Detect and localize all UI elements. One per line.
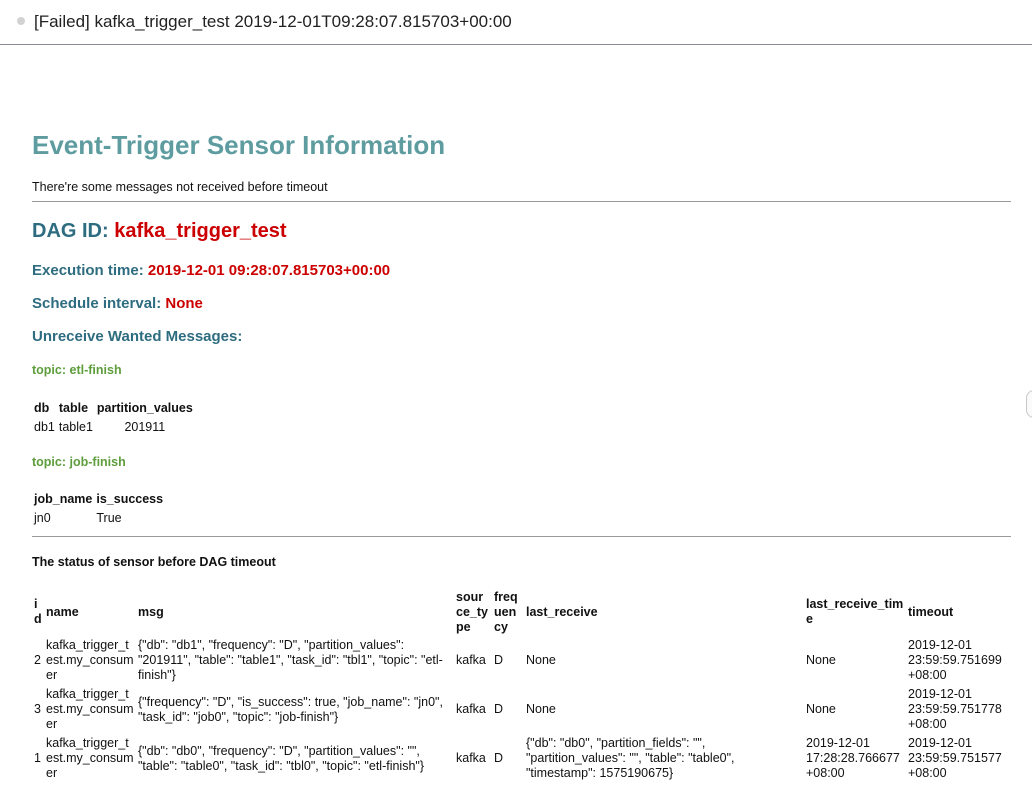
column-header: partition_values bbox=[96, 400, 193, 415]
sensor-status-table: id name msg source_type frequency last_r… bbox=[32, 588, 1006, 783]
divider bbox=[32, 201, 1011, 202]
job-finish-table: job_name is_success jn0 True bbox=[32, 489, 165, 527]
column-header-last-receive-time: last_receive_time bbox=[806, 597, 904, 626]
column-header: db bbox=[34, 400, 50, 415]
divider bbox=[32, 536, 1011, 537]
unreceived-heading: Unreceive Wanted Messages: bbox=[32, 328, 243, 345]
schedule-interval-value: None bbox=[165, 295, 203, 312]
execution-time-value: 2019-12-01 09:28:07.815703+00:00 bbox=[147, 262, 391, 279]
unread-dot-icon bbox=[17, 17, 25, 25]
scroll-handle[interactable] bbox=[1026, 390, 1032, 418]
cell-frequency: D bbox=[494, 702, 504, 716]
topic-label-job-finish: topic: job-finish bbox=[32, 455, 126, 469]
topic-label-etl-finish: topic: etl-finish bbox=[32, 363, 122, 377]
cell-last-receive-time: None bbox=[806, 702, 836, 716]
table-header-row: db table partition_values bbox=[32, 398, 195, 417]
cell-last-receive: None bbox=[526, 653, 556, 667]
cell-msg: {"frequency": "D", "is_success": true, "… bbox=[138, 694, 443, 724]
table-row: 2 kafka_trigger_test.my_consumer {"db": … bbox=[32, 636, 1006, 685]
email-header: [Failed] kafka_trigger_test 2019-12-01T0… bbox=[0, 0, 1032, 45]
column-header: table bbox=[58, 400, 89, 415]
table-row: 3 kafka_trigger_test.my_consumer {"frequ… bbox=[32, 685, 1006, 734]
table-cell: table1 bbox=[58, 419, 93, 434]
cell-timeout: 2019-12-01 23:59:59.751778 +08:00 bbox=[908, 687, 1002, 731]
cell-id: 1 bbox=[34, 751, 41, 765]
schedule-interval-label: Schedule interval: bbox=[32, 295, 162, 312]
column-header-msg: msg bbox=[138, 604, 164, 619]
cell-last-receive: {"db": "db0", "partition_fields": "", "p… bbox=[526, 736, 735, 780]
table-row: jn0 True bbox=[32, 508, 165, 527]
table-cell: 201911 bbox=[124, 419, 166, 434]
etl-finish-table: db table partition_values db1 table1 201… bbox=[32, 398, 195, 436]
cell-msg: {"db": "db1", "frequency": "D", "partiti… bbox=[138, 638, 443, 682]
column-header-id: id bbox=[34, 597, 42, 626]
cell-frequency: D bbox=[494, 751, 504, 765]
dag-id: DAG ID: kafka_trigger_test bbox=[32, 220, 287, 243]
status-heading: The status of sensor before DAG timeout bbox=[32, 555, 276, 569]
column-header-name: name bbox=[46, 604, 79, 619]
table-header-row: job_name is_success bbox=[32, 489, 165, 508]
execution-time: Execution time: 2019-12-01 09:28:07.8157… bbox=[32, 262, 390, 279]
cell-source-type: kafka bbox=[456, 751, 486, 765]
cell-source-type: kafka bbox=[456, 653, 486, 667]
column-header: job_name bbox=[34, 491, 93, 506]
page-title: Event-Trigger Sensor Information bbox=[32, 130, 446, 160]
table-cell: db1 bbox=[34, 419, 55, 434]
cell-name: kafka_trigger_test.my_consumer bbox=[46, 638, 134, 682]
table-row: db1 table1 201911 bbox=[32, 417, 195, 436]
email-subject: [Failed] kafka_trigger_test 2019-12-01T0… bbox=[34, 12, 512, 31]
cell-last-receive-time: 2019-12-01 17:28:28.766677 +08:00 bbox=[806, 736, 900, 780]
column-header-source-type: source_type bbox=[456, 589, 488, 634]
column-header: is_success bbox=[96, 491, 164, 506]
timeout-note: There're some messages not received befo… bbox=[32, 180, 328, 194]
table-row: 1 kafka_trigger_test.my_consumer {"db": … bbox=[32, 734, 1006, 783]
cell-last-receive-time: None bbox=[806, 653, 836, 667]
cell-name: kafka_trigger_test.my_consumer bbox=[46, 736, 134, 780]
dag-id-label: DAG ID: bbox=[32, 220, 109, 242]
cell-name: kafka_trigger_test.my_consumer bbox=[46, 687, 134, 731]
execution-time-label: Execution time: bbox=[32, 262, 144, 279]
dag-id-value: kafka_trigger_test bbox=[114, 220, 287, 242]
cell-timeout: 2019-12-01 23:59:59.751577 +08:00 bbox=[908, 736, 1002, 780]
cell-last-receive: None bbox=[526, 702, 556, 716]
cell-id: 3 bbox=[34, 702, 41, 716]
cell-timeout: 2019-12-01 23:59:59.751699 +08:00 bbox=[908, 638, 1002, 682]
table-cell: jn0 bbox=[34, 510, 51, 525]
table-cell: True bbox=[96, 510, 122, 525]
cell-id: 2 bbox=[34, 653, 41, 667]
column-header-frequency: frequency bbox=[494, 589, 518, 634]
cell-source-type: kafka bbox=[456, 702, 486, 716]
schedule-interval: Schedule interval: None bbox=[32, 295, 203, 312]
table-header-row: id name msg source_type frequency last_r… bbox=[32, 588, 1006, 636]
column-header-last-receive: last_receive bbox=[526, 604, 598, 619]
cell-msg: {"db": "db0", "frequency": "D", "partiti… bbox=[138, 743, 425, 773]
column-header-timeout: timeout bbox=[908, 604, 954, 619]
cell-frequency: D bbox=[494, 653, 504, 667]
